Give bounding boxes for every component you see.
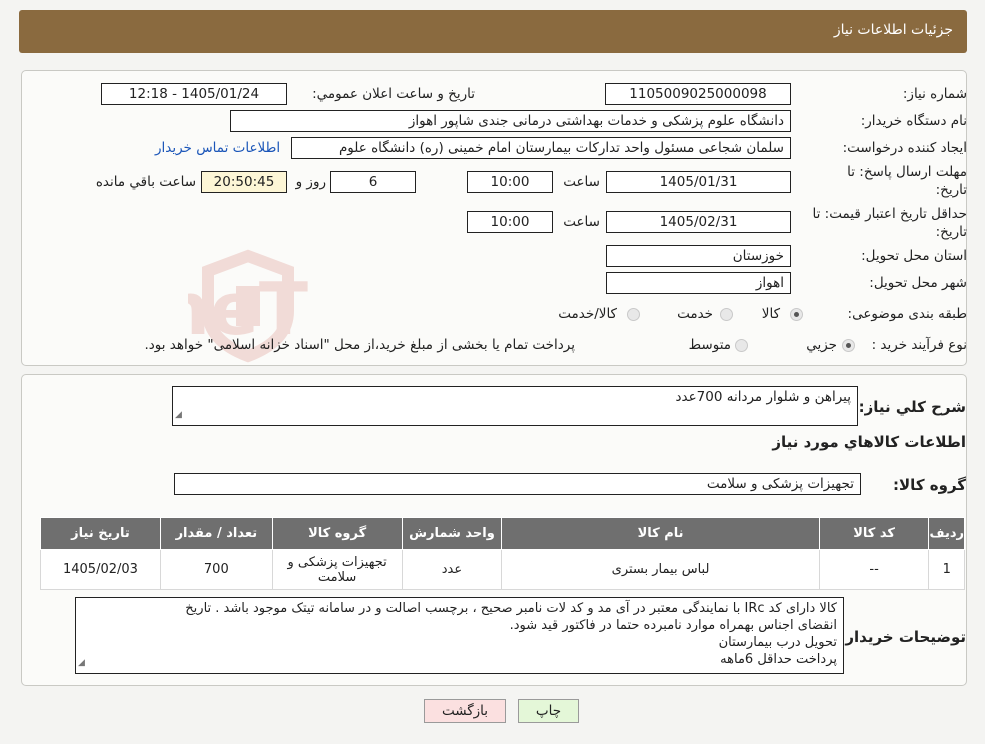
need-number-label: شماره نیاز: [902,86,967,102]
treasury-note: پرداخت تمام یا بخشی از مبلغ خرید،از محل … [144,337,575,353]
category-option-goods: کالا [761,306,780,322]
resize-handle-icon[interactable]: ◢ [78,655,85,672]
col-name: نام کالا [501,517,820,550]
goods-info-title: اطلاعات کالاهاي مورد نیاز [772,433,966,451]
province-label: استان محل تحویل: [861,248,967,264]
summary-text: پیراهن و شلوار مردانه 700عدد [675,389,851,405]
buyer-org-field: دانشگاه علوم پزشکی و خدمات بهداشتی درمان… [230,110,791,132]
page-title: جزئیات اطلاعات نیاز [833,22,953,38]
requester-field: سلمان شجاعی مسئول واحد تدارکات بیمارستان… [291,137,791,159]
response-deadline-label: مهلت ارسال پاسخ: تا [847,164,967,180]
cell-code: -- [818,549,930,590]
goods-table: ردیف کد کالا نام کالا واحد شمارش گروه کا… [40,517,965,590]
goods-group-label: گروه کالا: [893,476,966,494]
announce-datetime-label: تاریخ و ساعت اعلان عمومي: [312,86,475,102]
price-validity-time-field: 10:00 [467,211,553,233]
resize-handle-icon[interactable]: ◢ [175,407,182,424]
purchase-type-label: نوع فرآیند خرید : [871,337,967,353]
purchase-radio-medium[interactable] [735,339,748,352]
remaining-time-field: 20:50:45 [201,171,287,193]
days-label: روز و [295,174,326,190]
purchase-option-medium: متوسط [688,337,731,353]
remaining-time-label: ساعت باقي مانده [95,174,196,190]
summary-textarea[interactable]: پیراهن و شلوار مردانه 700عدد ◢ [172,386,858,426]
price-validity-label: حداقل تاریخ اعتبار قیمت: تا [812,206,967,222]
need-number-field: 1105009025000098 [605,83,791,105]
goods-group-field: تجهیزات پزشکی و سلامت [174,473,861,495]
col-group: گروه کالا [271,517,403,550]
note-line: انقضای اجناس بهمراه موارد نامبرده حتما د… [509,618,837,633]
province-field: خوزستان [606,245,791,267]
category-radio-service[interactable] [720,308,733,321]
note-line: پرداخت حداقل 6ماهه [720,652,837,667]
response-time-field: 10:00 [467,171,553,193]
price-validity-time-label: ساعت [563,214,600,230]
city-field: اهواز [606,272,791,294]
page-header: جزئیات اطلاعات نیاز [19,10,967,53]
category-option-goods-service: کالا/خدمت [558,306,617,322]
requester-label: ایجاد کننده درخواست: [842,140,967,156]
col-row: ردیف [928,517,965,550]
announce-datetime-field: 1405/01/24 - 12:18 [101,83,287,105]
col-unit: واحد شمارش [401,517,503,550]
price-validity-date-field: 1405/02/31 [606,211,791,233]
col-quantity: تعداد / مقدار [159,517,273,550]
summary-label: شرح کلي نیاز: [858,398,966,416]
city-label: شهر محل تحویل: [869,275,967,291]
category-option-service: خدمت [677,306,713,322]
buyer-org-label: نام دستگاه خریدار: [860,113,967,129]
cell-unit: عدد [401,549,503,590]
cell-need-date: 1405/02/03 [40,549,161,590]
col-code: کد کالا [818,517,930,550]
note-line: تحویل درب بیمارستان [718,635,837,650]
days-field: 6 [330,171,416,193]
response-time-label: ساعت [563,174,600,190]
price-validity-label-2: تاریخ: [935,224,967,240]
cell-quantity: 700 [159,549,273,590]
table-header-row: ردیف کد کالا نام کالا واحد شمارش گروه کا… [40,517,965,550]
response-date-field: 1405/01/31 [606,171,791,193]
category-label: طبقه بندی موضوعی: [847,306,967,322]
purchase-radio-minor[interactable] [842,339,855,352]
buyer-contact-link[interactable]: اطلاعات تماس خریدار [155,140,280,156]
cell-group: تجهیزات پزشکی و سلامت [271,549,403,590]
cell-row: 1 [928,549,965,590]
category-radio-goods[interactable] [790,308,803,321]
back-button[interactable]: بازگشت [424,699,506,723]
table-row: 1 -- لباس بیمار بستری عدد تجهیزات پزشکی … [40,549,965,590]
buyer-notes-textarea[interactable]: کالا دارای کد IRc با نمایندگی معتبر در آ… [75,597,844,674]
category-radio-goods-service[interactable] [627,308,640,321]
response-deadline-label-2: تاریخ: [935,182,967,198]
purchase-option-minor: جزیي [806,337,837,353]
note-line: کالا دارای کد IRc با نمایندگی معتبر در آ… [185,601,837,616]
col-need-date: تاریخ نیاز [40,517,161,550]
buyer-notes-label: توضیحات خریدار: [839,628,966,646]
cell-name: لباس بیمار بستری [501,549,820,590]
print-button[interactable]: چاپ [518,699,579,723]
